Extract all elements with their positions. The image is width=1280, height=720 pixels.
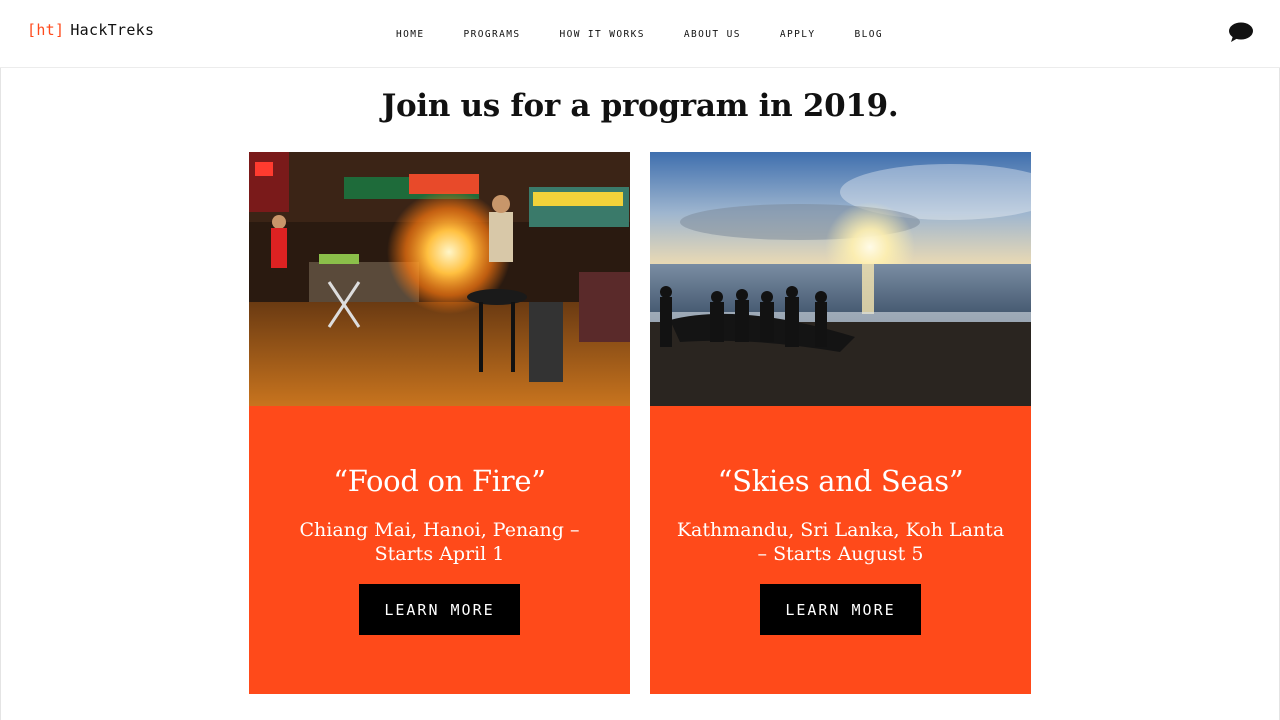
program-title: “Skies and Seas” (717, 464, 964, 498)
nav-about-us[interactable]: ABOUT US (684, 29, 741, 40)
logo-mark: [ht] (27, 21, 65, 39)
program-photo-sunset-beach (650, 152, 1031, 406)
nav-how-it-works[interactable]: HOW IT WORKS (559, 29, 644, 40)
program-subtitle: Chiang Mai, Hanoi, Penang – Starts April… (299, 519, 580, 565)
learn-more-button[interactable]: LEARN MORE (760, 584, 921, 635)
nav-programs[interactable]: PROGRAMS (463, 29, 520, 40)
program-info-panel: “Food on Fire” Chiang Mai, Hanoi, Penang… (249, 406, 630, 694)
page-title: Join us for a program in 2019. (381, 88, 899, 124)
program-card-skies-and-seas: “Skies and Seas” Kathmandu, Sri Lanka, K… (650, 152, 1031, 694)
program-card-food-on-fire: “Food on Fire” Chiang Mai, Hanoi, Penang… (249, 152, 630, 694)
site-logo[interactable]: [ht] HackTreks (27, 21, 154, 39)
learn-more-button[interactable]: LEARN MORE (359, 584, 520, 635)
site-header: [ht] HackTreks HOME PROGRAMS HOW IT WORKS… (0, 0, 1280, 68)
main-nav: HOME PROGRAMS HOW IT WORKS ABOUT US APPL… (396, 29, 922, 40)
program-subtitle: Kathmandu, Sri Lanka, Koh Lanta – Starts… (676, 519, 1005, 565)
program-title: “Food on Fire” (333, 464, 546, 498)
program-photo-night-market (249, 152, 630, 406)
nav-apply[interactable]: APPLY (780, 29, 816, 40)
chat-bubble-icon[interactable] (1228, 21, 1254, 43)
nav-home[interactable]: HOME (396, 29, 424, 40)
nav-blog[interactable]: BLOG (854, 29, 882, 40)
program-info-panel: “Skies and Seas” Kathmandu, Sri Lanka, K… (650, 406, 1031, 694)
logo-name: HackTreks (70, 21, 155, 39)
